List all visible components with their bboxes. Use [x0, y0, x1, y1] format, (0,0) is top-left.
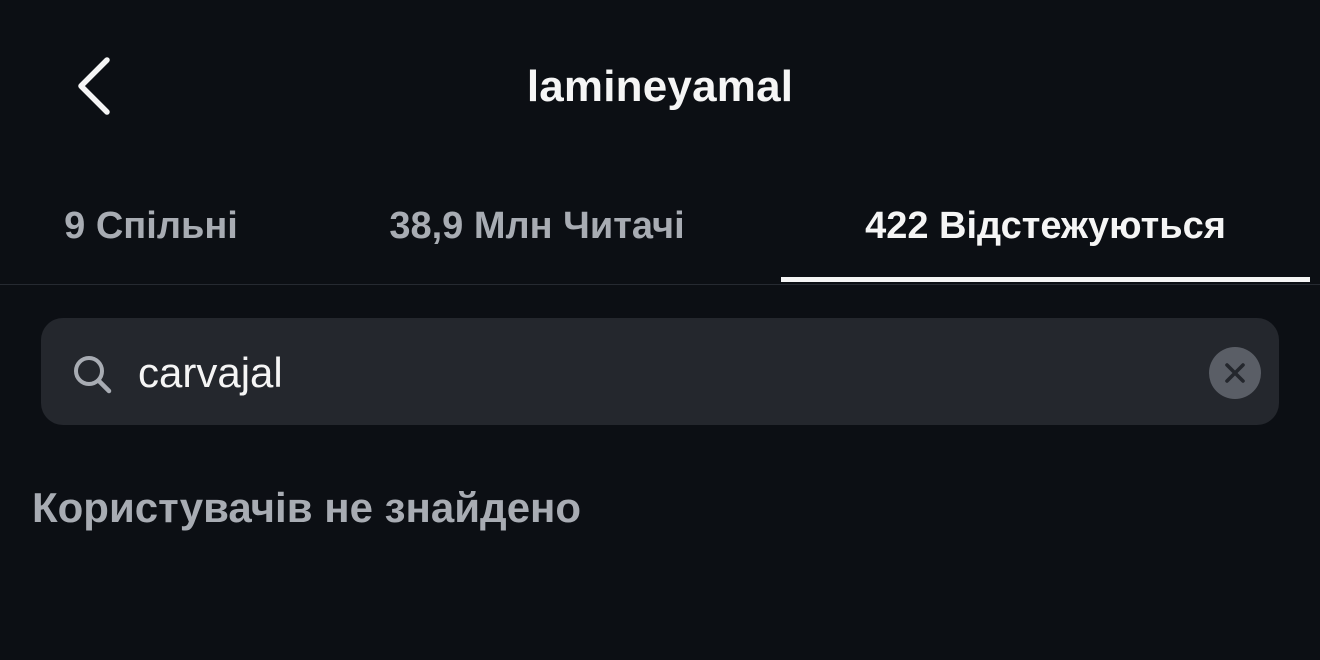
tab-followers[interactable]: 38,9 Млн Читачі [330, 170, 744, 283]
tab-bar: 9 Спільні 38,9 Млн Читачі 422 Відстежуют… [0, 170, 1320, 285]
page-title: lamineyamal [526, 62, 794, 111]
tab-following[interactable]: 422 Відстежуються [781, 170, 1310, 283]
top-bar: lamineyamal [0, 0, 1320, 170]
active-tab-indicator [781, 277, 1310, 282]
search-input[interactable] [138, 340, 1178, 406]
clear-icon [1225, 363, 1245, 383]
tab-mutual[interactable]: 9 Спільні [20, 170, 282, 283]
search-icon [74, 356, 112, 394]
no-results-message: Користувачів не знайдено [32, 484, 582, 531]
clear-search-button[interactable] [1209, 347, 1261, 399]
